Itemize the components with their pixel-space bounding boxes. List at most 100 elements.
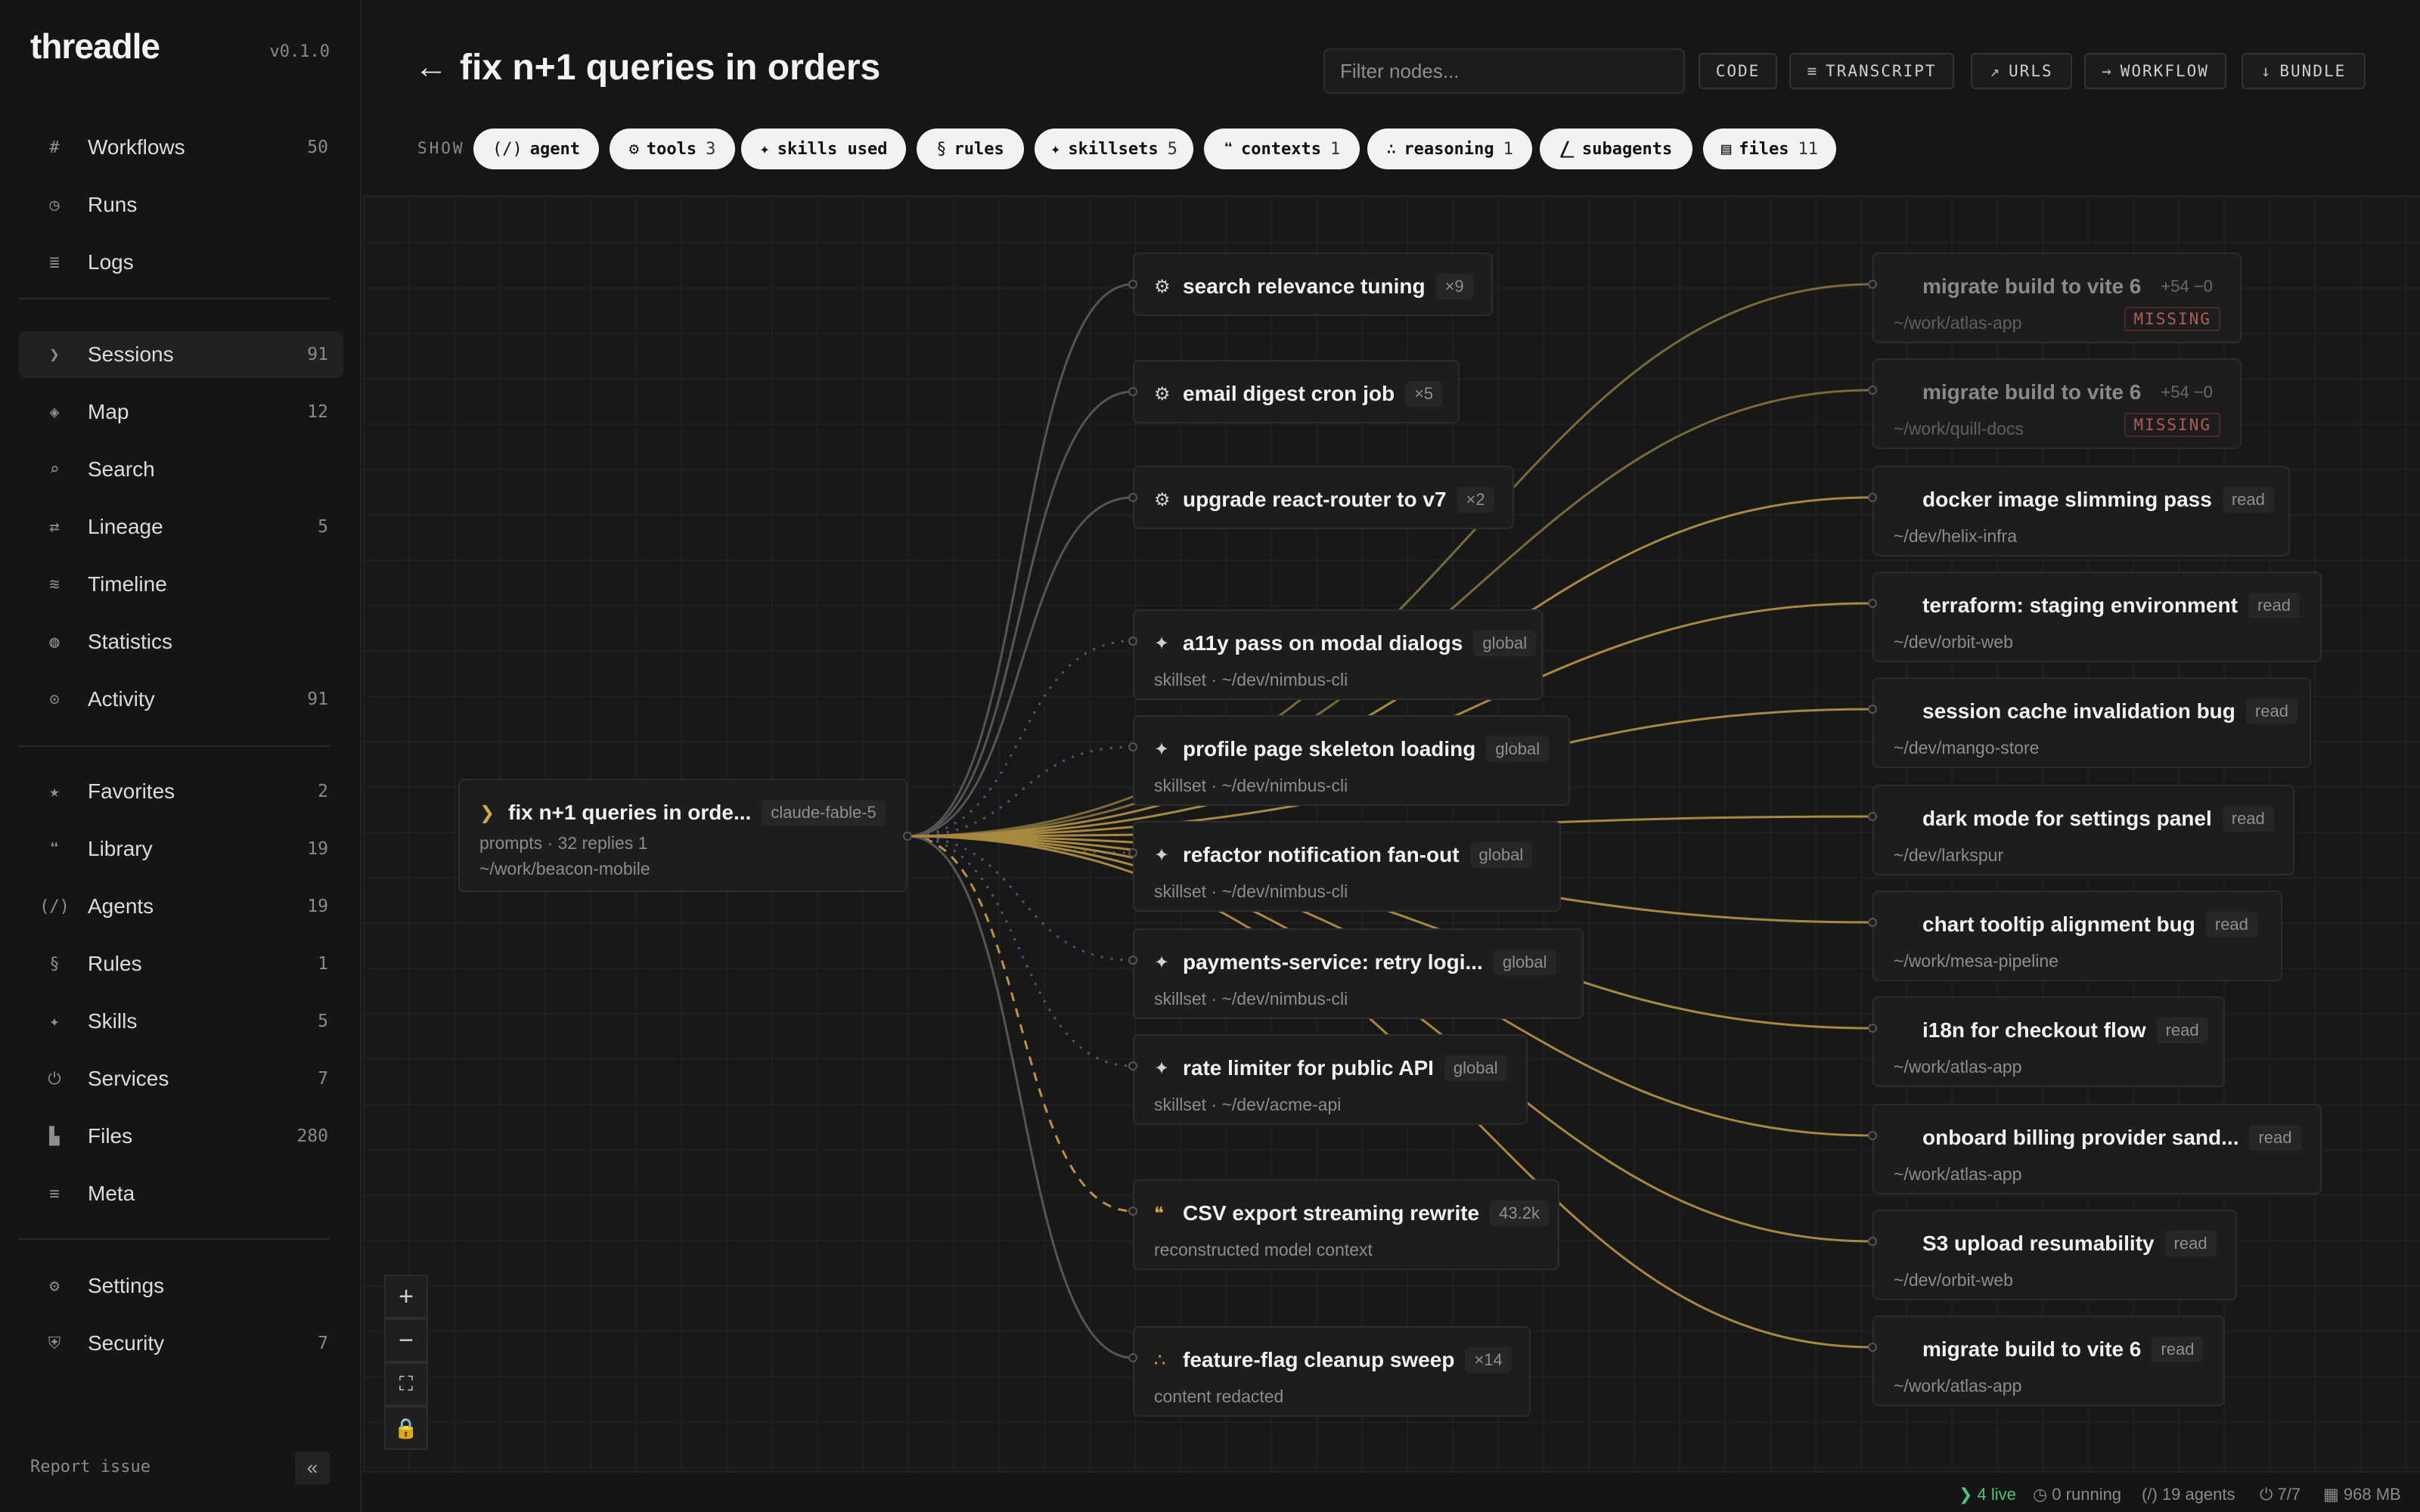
node-meta: ~/dev/helix-infra: [1894, 526, 2017, 546]
transcript-button[interactable]: ≡ TRANSCRIPT: [1789, 53, 1954, 89]
sidebar-item-sessions[interactable]: ❯ Sessions 91: [18, 331, 343, 378]
node-search-relevance-tuning[interactable]: ⚙ search relevance tuning ×9: [1133, 253, 1493, 316]
services-icon: ⏻: [48, 1069, 61, 1089]
skills-icon: ✦: [49, 1012, 60, 1031]
workflow-button[interactable]: → WORKFLOW: [2084, 53, 2226, 89]
chip-tools[interactable]: ⚙ tools 3: [610, 129, 735, 169]
node-a11y-pass-on-modal-dialogs[interactable]: ✦ a11y pass on modal dialogs global skillse…: [1133, 609, 1543, 700]
file-node-migrate-build-to-vite-6[interactable]: migrate build to vite 6 +54 −0 ~/work/quil…: [1872, 358, 2242, 449]
bundle-button[interactable]: ↓ BUNDLE: [2242, 53, 2366, 89]
skillset-icon: ✦: [1154, 844, 1170, 866]
node-header: ✦ profile page skeleton loading global: [1154, 736, 1550, 762]
file-node-session-cache-invalidation-bug[interactable]: session cache invalidation bug read ~/dev/…: [1872, 677, 2311, 768]
skillset-icon: ✦: [1154, 633, 1170, 654]
node-header: session cache invalidation bug read: [1894, 699, 2297, 724]
node-title: CSV export streaming rewrite: [1183, 1201, 1480, 1225]
chip-skillsets[interactable]: ✦ skillsets 5: [1035, 129, 1193, 169]
node-title: refactor notification fan-out: [1183, 843, 1460, 866]
node-refactor-notification-fan-out[interactable]: ✦ refactor notification fan-out global skil…: [1133, 821, 1561, 912]
app-logo[interactable]: threadle: [30, 26, 160, 67]
sidebar-item-statistics[interactable]: ◍ Statistics: [18, 618, 343, 665]
file-node-migrate-build-to-vite-6[interactable]: migrate build to vite 6 +54 −0 ~/work/atla…: [1872, 253, 2242, 343]
edge-to-0: [907, 283, 1134, 838]
sidebar-item-files[interactable]: ▙ Files 280: [18, 1113, 343, 1160]
sidebar-item-lineage[interactable]: ⇄ Lineage 5: [18, 503, 343, 550]
sidebar-item-agents[interactable]: (/) Agents 19: [18, 883, 343, 930]
statistics-icon: ◍: [49, 632, 60, 652]
zoom-in-button[interactable]: +: [384, 1275, 428, 1318]
file-node-chart-tooltip-alignment-bug[interactable]: chart tooltip alignment bug read ~/work/me…: [1872, 891, 2282, 981]
sidebar-divider: [18, 1238, 330, 1240]
chip-label: files: [1739, 139, 1789, 159]
chip-label: rules: [954, 139, 1004, 159]
node-title: S3 upload resumability: [1922, 1232, 2155, 1255]
middle-input-port: [1128, 848, 1137, 857]
sidebar-item-services[interactable]: ⏻ Services 7: [18, 1055, 343, 1102]
sidebar-item-library[interactable]: ❝ Library 19: [18, 826, 343, 872]
collapse-sidebar-button[interactable]: «: [295, 1452, 330, 1485]
middle-input-port: [1128, 637, 1137, 646]
graph-canvas[interactable]: ❯ fix n+1 queries in orde... claude-fable-…: [363, 195, 2420, 1471]
node-profile-page-skeleton-loading[interactable]: ✦ profile page skeleton loading global skil…: [1133, 715, 1570, 806]
lock-view-button[interactable]: 🔒: [384, 1406, 428, 1450]
file-node-i18n-for-checkout-flow[interactable]: i18n for checkout flow read ~/work/atlas-a…: [1872, 996, 2225, 1087]
node-csv-export-streaming-rewrite[interactable]: ❝ CSV export streaming rewrite 43.2k recons…: [1133, 1179, 1559, 1270]
sidebar-item-timeline[interactable]: ≋ Timeline: [18, 561, 343, 608]
sidebar-item-security[interactable]: ⛨ Security 7: [18, 1320, 343, 1367]
report-issue-link[interactable]: Report issue: [30, 1458, 150, 1476]
sidebar-item-workflows[interactable]: # Workflows 50: [18, 124, 343, 171]
file-node-terraform-staging-environment[interactable]: terraform: staging environment read ~/dev/…: [1872, 572, 2322, 662]
urls-button[interactable]: ↗ URLS: [1971, 53, 2072, 89]
chip-subagents[interactable]: ⎳ subagents: [1540, 129, 1692, 169]
sidebar-item-favorites[interactable]: ★ Favorites 2: [18, 768, 343, 815]
fit-view-button[interactable]: ⛶: [384, 1362, 428, 1406]
root-session-node[interactable]: ❯ fix n+1 queries in orde... claude-fable-…: [458, 779, 908, 892]
bundle-icon: ↓: [2260, 62, 2271, 80]
chip-rules[interactable]: § rules: [917, 129, 1024, 169]
chip-files[interactable]: ▤ files 11: [1703, 129, 1836, 169]
chip-reasoning[interactable]: ∴ reasoning 1: [1367, 129, 1532, 169]
chip-label: subagents: [1582, 139, 1673, 159]
skillset-icon: ✦: [1154, 739, 1170, 760]
chip-agent[interactable]: (/) agent: [473, 129, 599, 169]
sidebar-item-map[interactable]: ◈ Map 12: [18, 389, 343, 435]
node-feature-flag-cleanup-sweep[interactable]: ∴ feature-flag cleanup sweep ×14 content re…: [1133, 1326, 1531, 1417]
node-header: ✦ rate limiter for public API global: [1154, 1055, 1507, 1081]
chip-skills-used[interactable]: ✦ skills used: [741, 129, 906, 169]
sidebar-item-count: 7: [318, 1069, 328, 1089]
file-node-migrate-build-to-vite-6[interactable]: migrate build to vite 6 read ~/work/atlas-…: [1872, 1315, 2225, 1406]
node-header: ✦ payments-service: retry logi... global: [1154, 950, 1556, 975]
tool-icon: ⚙: [1154, 276, 1171, 297]
node-rate-limiter-for-public-api[interactable]: ✦ rate limiter for public API global skills…: [1133, 1034, 1528, 1125]
node-email-digest-cron-job[interactable]: ⚙ email digest cron job ×5: [1133, 360, 1460, 423]
file-node-dark-mode-for-settings-panel[interactable]: dark mode for settings panel read ~/dev/la…: [1872, 785, 2294, 875]
chip-contexts[interactable]: ❝ contexts 1: [1204, 129, 1360, 169]
lineage-icon: ⇄: [49, 517, 60, 537]
sidebar-item-activity[interactable]: ⊙ Activity 91: [18, 676, 343, 723]
filter-nodes-input[interactable]: [1323, 48, 1685, 94]
chip-label: tools: [646, 139, 697, 159]
sidebar-item-runs[interactable]: ◷ Runs: [18, 181, 343, 228]
code-button[interactable]: CODE: [1699, 53, 1777, 89]
chip-count: 11: [1798, 139, 1818, 159]
file-node-s3-upload-resumability[interactable]: S3 upload resumability read ~/dev/orbit-we…: [1872, 1210, 2237, 1300]
nav-group-workflows: # Workflows 50 ◷ Runs ≣ Logs: [18, 124, 343, 296]
zoom-out-button[interactable]: −: [384, 1318, 428, 1362]
node-header: terraform: staging environment read: [1894, 593, 2300, 618]
sidebar-item-count: 280: [296, 1126, 328, 1146]
middle-input-port: [1128, 1207, 1137, 1216]
node-payments-service-retry-logi[interactable]: ✦ payments-service: retry logi... global sk…: [1133, 928, 1584, 1019]
sidebar-item-rules[interactable]: § Rules 1: [18, 940, 343, 987]
file-node-docker-image-slimming-pass[interactable]: docker image slimming pass read ~/dev/heli…: [1872, 466, 2290, 556]
sidebar-item-search[interactable]: ⌕ Search: [18, 446, 343, 493]
file-node-onboard-billing-provider-sand[interactable]: onboard billing provider sand... read ~/wo…: [1872, 1104, 2322, 1194]
sidebar-item-skills[interactable]: ✦ Skills 5: [18, 998, 343, 1045]
sidebar-item-settings[interactable]: ⚙ Settings: [18, 1263, 343, 1309]
sidebar-item-meta[interactable]: ≡ Meta: [18, 1170, 343, 1217]
node-badge: global: [1469, 842, 1533, 868]
file-input-port: [1868, 1237, 1877, 1246]
back-button[interactable]: ←: [414, 48, 448, 86]
sidebar-item-logs[interactable]: ≣ Logs: [18, 239, 343, 286]
node-meta: reconstructed model context: [1154, 1240, 1373, 1259]
node-upgrade-react-router-to-v7[interactable]: ⚙ upgrade react-router to v7 ×2: [1133, 466, 1514, 529]
